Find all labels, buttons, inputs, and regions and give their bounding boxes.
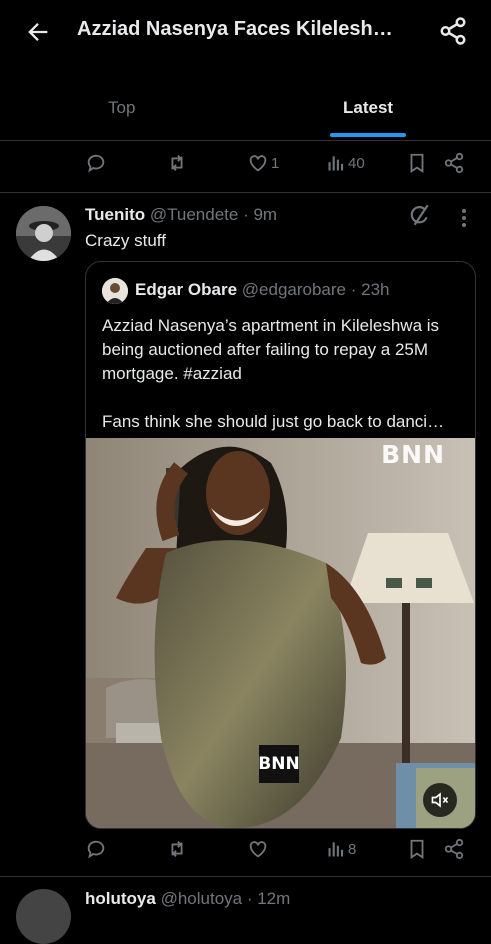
views-button[interactable]: 40	[326, 152, 365, 174]
author-name[interactable]: holutoya	[85, 889, 156, 908]
repost-button[interactable]	[165, 838, 189, 860]
tweet-text: Crazy stuff	[85, 231, 166, 250]
quote-text-line: Azziad Nasenya’s apartment in Kileleshwa…	[102, 316, 440, 383]
quoted-tweet[interactable]: Edgar Obare @edgarobare · 23h Azziad Nas…	[85, 261, 476, 829]
arrow-left-icon	[28, 23, 48, 41]
author-name[interactable]: Tuenito	[85, 205, 145, 224]
mute-button[interactable]	[423, 783, 457, 817]
bookmark-button[interactable]	[406, 838, 428, 860]
top-bar: Azziad Nasenya Faces Kilelesh…	[0, 0, 491, 62]
prev-tweet-actions: 1 40	[0, 152, 491, 182]
reply-icon	[87, 840, 105, 859]
quote-text: Azziad Nasenya’s apartment in Kileleshwa…	[102, 314, 462, 434]
repost-icon	[171, 841, 183, 857]
reply-button[interactable]	[85, 838, 107, 860]
video-player[interactable]: BNN BNN	[86, 438, 475, 828]
reply-button[interactable]	[85, 152, 107, 174]
quote-time: · 23h	[350, 280, 390, 299]
like-count: 1	[271, 154, 280, 172]
repost-button[interactable]	[165, 152, 189, 174]
like-button[interactable]	[247, 838, 269, 860]
avatar[interactable]	[16, 889, 71, 944]
share-tweet-button[interactable]	[443, 838, 465, 860]
share-tweet-button[interactable]	[443, 152, 465, 174]
avatar	[102, 278, 128, 304]
bookmark-icon	[410, 153, 424, 173]
quote-author-handle: @edgarobare	[241, 280, 346, 299]
heart-icon	[249, 841, 267, 858]
tweet-time[interactable]: · 9m	[243, 205, 277, 224]
tweet-divider	[0, 192, 491, 193]
reply-icon	[87, 154, 105, 173]
author-handle[interactable]: @holutoya	[161, 889, 243, 908]
quote-text-line: Fans think she should just go back to da…	[102, 412, 445, 431]
avatar[interactable]	[16, 206, 71, 261]
more-button[interactable]	[452, 206, 476, 230]
author-handle[interactable]: @Tuendete	[150, 205, 238, 224]
share-icon	[440, 17, 466, 45]
tweet-time[interactable]: · 12m	[247, 889, 290, 908]
views-button[interactable]: 8	[326, 838, 356, 860]
watermark-badge: BNN	[258, 745, 300, 783]
grok-button[interactable]	[406, 202, 432, 228]
repost-icon	[171, 155, 183, 171]
view-count: 40	[348, 154, 365, 172]
tweet-divider	[0, 876, 491, 877]
watermark-text: BNN	[381, 440, 445, 469]
grok-icon	[410, 204, 429, 226]
views-icon	[328, 842, 344, 857]
share-icon	[444, 838, 464, 860]
quote-header: Edgar Obare @edgarobare · 23h	[135, 280, 389, 300]
view-count: 8	[348, 840, 357, 858]
tab-top[interactable]: Top	[108, 98, 135, 118]
tweet-header: Tuenito @Tuendete · 9m	[85, 205, 277, 225]
share-button[interactable]	[436, 14, 470, 48]
tab-latest[interactable]: Latest	[343, 98, 393, 118]
avatar-image	[102, 278, 128, 304]
tweet-actions: 8	[0, 838, 491, 868]
avatar-image	[16, 206, 71, 261]
next-tweet-header: holutoya @holutoya · 12m	[85, 889, 290, 909]
quote-author-name: Edgar Obare	[135, 280, 238, 299]
speaker-muted-icon	[431, 792, 449, 808]
back-button[interactable]	[22, 16, 54, 48]
bookmark-button[interactable]	[406, 152, 428, 174]
share-icon	[444, 152, 464, 174]
more-vertical-icon	[462, 209, 466, 227]
page-title: Azziad Nasenya Faces Kilelesh…	[77, 18, 393, 40]
like-button[interactable]: 1	[247, 152, 279, 174]
tab-bar: Top Latest	[0, 88, 491, 141]
heart-icon	[249, 155, 267, 172]
bookmark-icon	[410, 839, 424, 859]
active-tab-indicator	[330, 133, 406, 137]
views-icon	[328, 156, 344, 171]
